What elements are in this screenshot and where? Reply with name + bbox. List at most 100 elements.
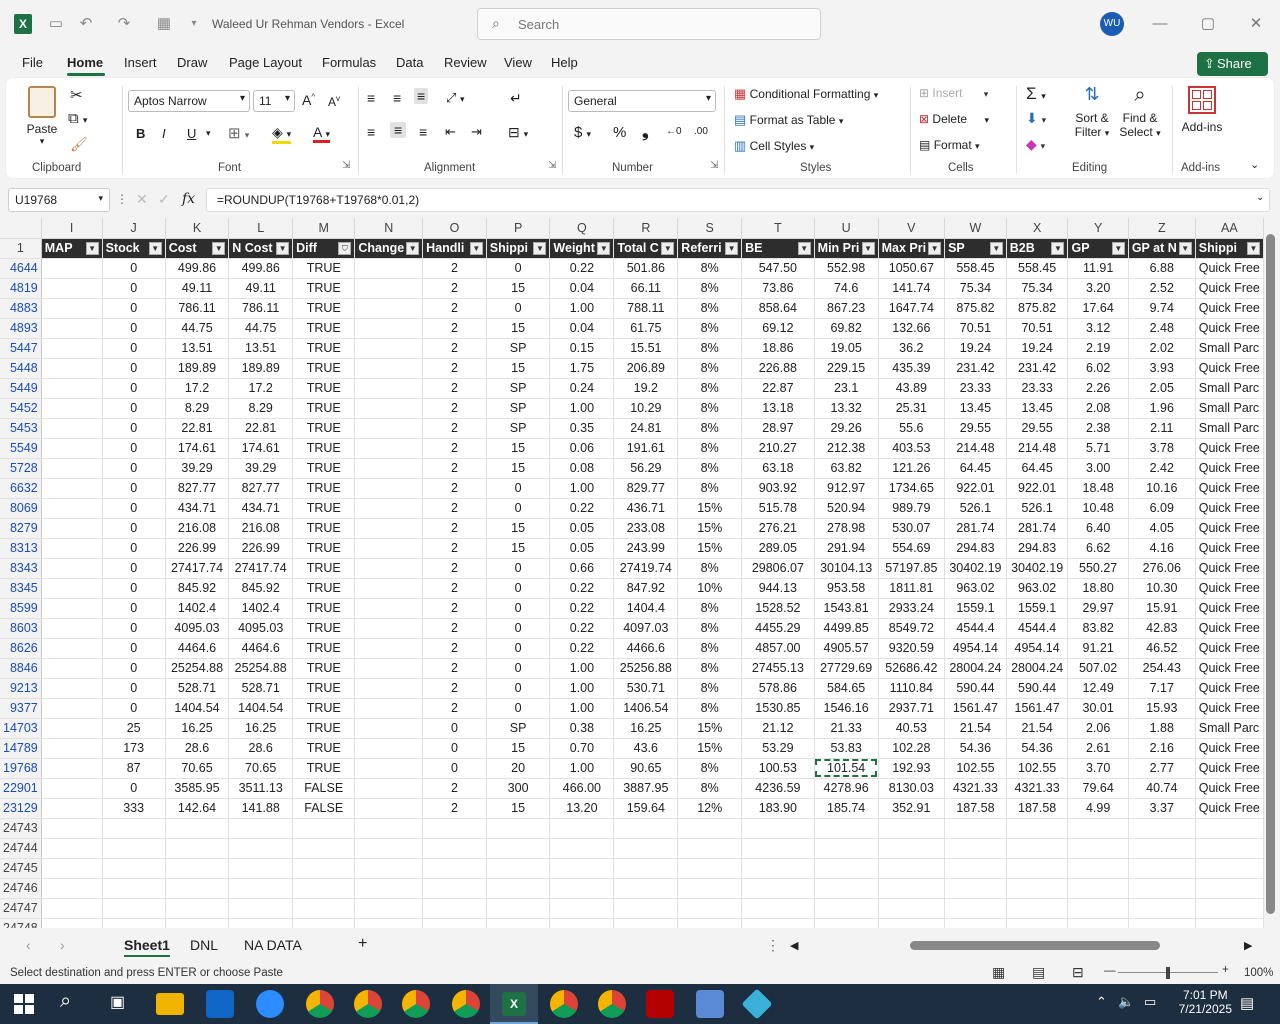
- cell[interactable]: 0: [486, 558, 551, 579]
- select-all-corner[interactable]: [0, 218, 42, 239]
- cell[interactable]: [814, 858, 879, 879]
- cell[interactable]: 229.15: [814, 358, 879, 379]
- cell[interactable]: 2.52: [1128, 278, 1196, 299]
- cell[interactable]: 0.35: [549, 418, 615, 439]
- cell[interactable]: 10.16: [1128, 478, 1196, 499]
- cell[interactable]: Quick Free: [1195, 598, 1264, 619]
- cell[interactable]: 27417.74: [228, 558, 294, 579]
- cell[interactable]: [1006, 838, 1069, 859]
- cell[interactable]: 0: [102, 598, 166, 619]
- cell[interactable]: 4464.6: [228, 638, 294, 659]
- cell[interactable]: 254.43: [1128, 658, 1196, 679]
- cell[interactable]: TRUE: [292, 478, 356, 499]
- cell[interactable]: 40.74: [1128, 778, 1196, 799]
- cell[interactable]: [1006, 898, 1069, 919]
- task-view-icon[interactable]: ▣: [110, 992, 125, 1012]
- cell[interactable]: 189.89: [228, 358, 294, 379]
- cell[interactable]: [354, 298, 424, 319]
- cell[interactable]: [292, 818, 356, 839]
- cell[interactable]: 0: [486, 698, 551, 719]
- cell[interactable]: [165, 858, 230, 879]
- cell[interactable]: [354, 558, 424, 579]
- column-header[interactable]: N: [354, 218, 424, 239]
- format-painter-icon[interactable]: 🖌: [70, 136, 88, 153]
- cell[interactable]: [814, 838, 879, 859]
- filezilla-icon[interactable]: [646, 990, 674, 1018]
- cell[interactable]: 300: [486, 778, 551, 799]
- cell[interactable]: TRUE: [292, 418, 356, 439]
- cell[interactable]: 3511.13: [228, 778, 294, 799]
- cell[interactable]: 22.87: [741, 378, 815, 399]
- cell[interactable]: TRUE: [292, 278, 356, 299]
- cell[interactable]: TRUE: [292, 618, 356, 639]
- cell[interactable]: [741, 818, 815, 839]
- cell[interactable]: 100.53: [741, 758, 815, 779]
- cell[interactable]: 28.6: [165, 738, 230, 759]
- cell[interactable]: 528.71: [228, 678, 294, 699]
- cell[interactable]: 27455.13: [741, 658, 815, 679]
- cell[interactable]: [354, 878, 424, 899]
- cell[interactable]: [41, 278, 103, 299]
- chrome-icon[interactable]: [306, 990, 334, 1018]
- orientation-icon[interactable]: ⤢ ▾: [446, 90, 465, 106]
- chrome-profile-4-icon[interactable]: [452, 990, 480, 1018]
- cell[interactable]: TRUE: [292, 338, 356, 359]
- filter-dropdown-icon[interactable]: ▼: [1247, 241, 1260, 255]
- cell[interactable]: 8549.72: [878, 618, 946, 639]
- cell[interactable]: 2: [422, 698, 487, 719]
- cell[interactable]: 0.24: [549, 378, 615, 399]
- cell[interactable]: 21.54: [944, 718, 1007, 739]
- row-number[interactable]: 5728: [0, 458, 42, 479]
- cell[interactable]: [677, 818, 743, 839]
- cell[interactable]: [354, 338, 424, 359]
- cell[interactable]: Quick Free: [1195, 618, 1264, 639]
- cell[interactable]: 4464.6: [165, 638, 230, 659]
- row-number[interactable]: 24744: [0, 838, 42, 859]
- fill-icon[interactable]: ⬇ ▾: [1026, 110, 1046, 127]
- cell[interactable]: 0: [102, 398, 166, 419]
- cell[interactable]: 0: [486, 618, 551, 639]
- cell[interactable]: [1067, 918, 1129, 928]
- cell[interactable]: [292, 838, 356, 859]
- cell[interactable]: [165, 838, 230, 859]
- cell[interactable]: [944, 918, 1007, 928]
- cell[interactable]: SP: [486, 718, 551, 739]
- cell[interactable]: [1006, 918, 1069, 928]
- cell[interactable]: [1128, 898, 1196, 919]
- maximize-icon[interactable]: ▢: [1193, 12, 1223, 36]
- column-header[interactable]: J: [102, 218, 166, 239]
- cell[interactable]: 2: [422, 358, 487, 379]
- cell[interactable]: 2: [422, 318, 487, 339]
- cell[interactable]: 3585.95: [165, 778, 230, 799]
- cell[interactable]: [1195, 898, 1264, 919]
- row-number[interactable]: 8069: [0, 498, 42, 519]
- cell[interactable]: Quick Free: [1195, 658, 1264, 679]
- cell[interactable]: [102, 918, 166, 928]
- cell[interactable]: [41, 398, 103, 419]
- cell[interactable]: 6.88: [1128, 258, 1196, 279]
- cell[interactable]: TRUE: [292, 518, 356, 539]
- cell[interactable]: 8%: [677, 278, 743, 299]
- network-icon[interactable]: ▭: [1144, 994, 1156, 1010]
- cell[interactable]: 73.86: [741, 278, 815, 299]
- next-sheet-icon[interactable]: ›: [60, 937, 65, 953]
- cell[interactable]: [41, 518, 103, 539]
- cell[interactable]: [354, 438, 424, 459]
- column-header[interactable]: Y: [1067, 218, 1129, 239]
- cell[interactable]: [41, 738, 103, 759]
- cell[interactable]: 53.83: [814, 738, 879, 759]
- cell[interactable]: [41, 878, 103, 899]
- cell[interactable]: [1067, 818, 1129, 839]
- cell[interactable]: [354, 718, 424, 739]
- wrap-text-icon[interactable]: ↵: [510, 90, 522, 107]
- cell[interactable]: [677, 918, 743, 928]
- cell[interactable]: 15%: [677, 738, 743, 759]
- cell[interactable]: 183.90: [741, 798, 815, 819]
- cell[interactable]: 28.6: [228, 738, 294, 759]
- cell[interactable]: 1404.54: [228, 698, 294, 719]
- cell[interactable]: 0: [102, 358, 166, 379]
- cell[interactable]: 0: [102, 438, 166, 459]
- cell[interactable]: [549, 838, 615, 859]
- cell[interactable]: 0: [102, 578, 166, 599]
- cell[interactable]: 2.08: [1067, 398, 1129, 419]
